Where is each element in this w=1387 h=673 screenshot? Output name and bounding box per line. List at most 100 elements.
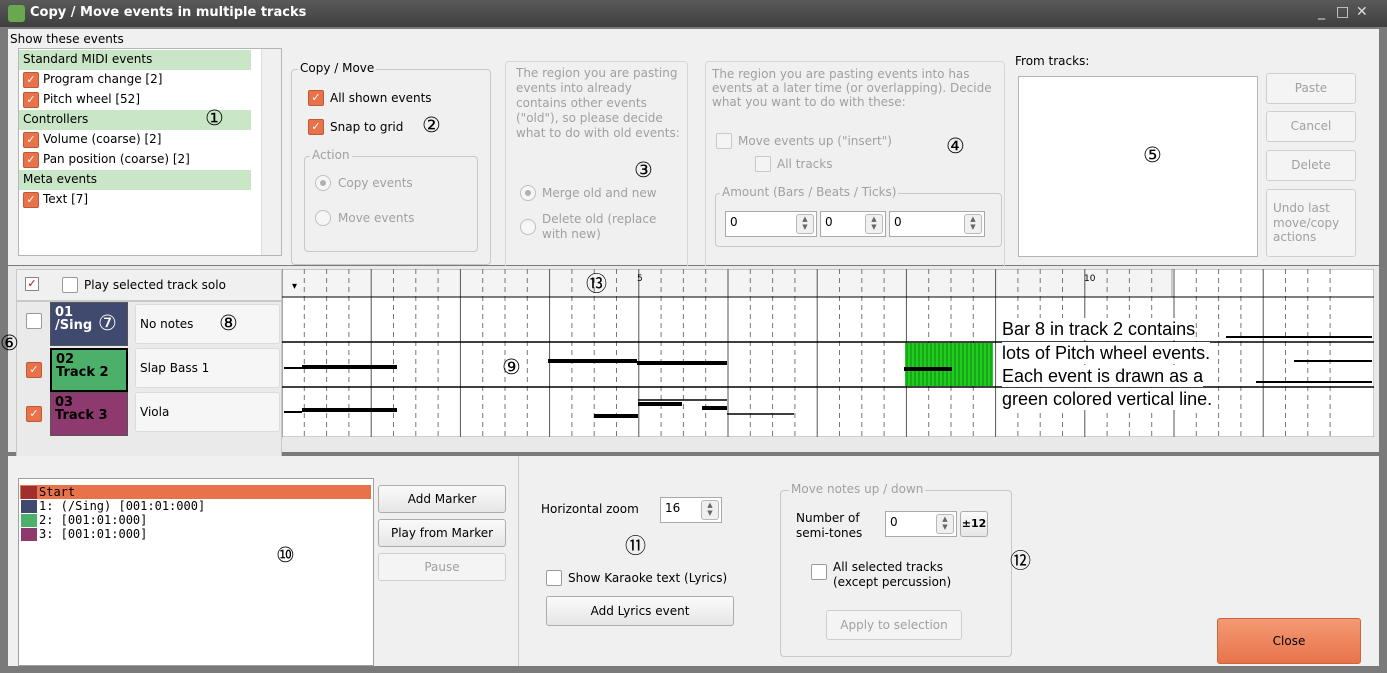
region-later-text: The region you are pasting events into h…: [712, 67, 992, 109]
copy-events-radio[interactable]: [315, 175, 331, 191]
spin-arrows-icon[interactable]: ▲ ▼: [865, 214, 883, 234]
ruler-start-marker[interactable]: ▾: [292, 281, 297, 292]
snap-to-grid-checkbox[interactable]: ✓: [308, 119, 324, 135]
cancel-button[interactable]: Cancel: [1266, 111, 1356, 142]
track-name: Track 3: [55, 408, 108, 423]
undo-button[interactable]: Undo last move/copy actions: [1266, 189, 1356, 257]
paste-button[interactable]: Paste: [1266, 73, 1356, 104]
beats-value: 0: [825, 215, 833, 229]
solo-checkbox[interactable]: [62, 277, 78, 293]
check-icon[interactable]: ✓: [23, 152, 39, 168]
marker-item[interactable]: 3: [001:01:000]: [20, 527, 371, 541]
add-lyrics-button[interactable]: Add Lyrics event: [546, 596, 734, 626]
all-tracks-checkbox[interactable]: [755, 156, 771, 172]
event-list-scrollbar[interactable]: [261, 49, 281, 255]
check-icon[interactable]: ✓: [23, 132, 39, 148]
marker-label: 2: [001:01:000]: [39, 513, 148, 527]
annotation-line: Bar 8 in track 2 contains: [1002, 318, 1196, 340]
event-group-header: Standard MIDI events: [19, 50, 251, 70]
maximize-icon[interactable]: □: [1336, 4, 1349, 20]
semitones-spinbox[interactable]: 0 ▲ ▼: [885, 511, 957, 537]
beats-spinbox[interactable]: 0 ▲ ▼: [820, 211, 886, 237]
app-icon: [8, 5, 25, 22]
callout-3: ③: [634, 158, 653, 182]
karaoke-label: Show Karaoke text (Lyrics): [568, 571, 728, 585]
minimize-icon[interactable]: _: [1318, 4, 1325, 20]
event-item[interactable]: ✓ Volume (coarse) [2]: [19, 130, 251, 150]
track-checkbox[interactable]: ✓: [26, 362, 42, 378]
annotation-line: green colored vertical line.: [1002, 388, 1213, 410]
delete-old-radio[interactable]: [520, 219, 536, 235]
karaoke-checkbox[interactable]: [546, 570, 562, 586]
all-shown-label: All shown events: [330, 91, 432, 105]
from-tracks-list[interactable]: [1018, 76, 1258, 257]
delete-old-label: Delete old (replace with new): [542, 212, 657, 241]
check-icon[interactable]: ✓: [23, 92, 39, 108]
semitones-value: 0: [890, 515, 898, 529]
event-list[interactable]: Standard MIDI events ✓ Program change [2]…: [18, 48, 282, 256]
close-icon[interactable]: ✕: [1356, 4, 1368, 20]
solo-label: Play selected track solo: [84, 278, 226, 292]
track-instrument[interactable]: No notes: [135, 304, 280, 344]
marker-swatch: [21, 500, 37, 513]
zoom-spinbox[interactable]: 16 ▲ ▼: [660, 497, 722, 523]
marker-list[interactable]: Start 1: (/Sing) [001:01:000] 2: [001:01…: [18, 478, 374, 666]
zoom-value: 16: [665, 501, 681, 515]
callout-5: ⑤: [1143, 143, 1162, 167]
window-title: Copy / Move events in multiple tracks: [30, 5, 307, 20]
move-up-checkbox[interactable]: [716, 133, 732, 149]
close-button[interactable]: Close: [1217, 618, 1361, 664]
amount-label: Amount (Bars / Beats / Ticks): [720, 185, 899, 199]
spin-arrows-icon[interactable]: ▲ ▼: [796, 214, 814, 234]
all-selected-checkbox[interactable]: [811, 564, 827, 580]
marker-item[interactable]: 1: (/Sing) [001:01:000]: [20, 499, 371, 513]
event-item[interactable]: ✓ Text [7]: [19, 190, 251, 210]
bars-spinbox[interactable]: 0 ▲ ▼: [725, 211, 817, 237]
ticks-spinbox[interactable]: 0 ▲ ▼: [889, 211, 985, 237]
track-area: ✓ Play selected track solo 01/Sing No no…: [8, 266, 1379, 462]
plus-minus-12-button[interactable]: ±12: [960, 511, 988, 537]
check-icon[interactable]: ✓: [23, 192, 39, 208]
annotation-line: Each event is drawn as a: [1002, 365, 1204, 387]
callout-13: ⑬: [586, 272, 607, 296]
track-checkbox[interactable]: [26, 313, 42, 329]
callout-8: ⑧: [219, 311, 238, 335]
callout-6: ⑥: [0, 331, 19, 355]
all-shown-checkbox[interactable]: ✓: [308, 90, 324, 106]
track-name: /Sing: [55, 318, 93, 333]
spin-arrows-icon[interactable]: ▲ ▼: [964, 214, 982, 234]
spin-arrows-icon[interactable]: ▲ ▼: [701, 500, 719, 520]
play-from-marker-button[interactable]: Play from Marker: [378, 519, 506, 547]
delete-button[interactable]: Delete: [1266, 150, 1356, 181]
callout-7: ⑦: [98, 311, 117, 335]
bars-value: 0: [730, 215, 738, 229]
region-old-text: The region you are pasting events into a…: [516, 66, 680, 140]
callout-1: ①: [205, 106, 224, 130]
track-header: ✓ Play selected track solo: [16, 269, 282, 301]
marker-item[interactable]: 2: [001:01:000]: [20, 513, 371, 527]
track-instrument[interactable]: Slap Bass 1: [135, 348, 280, 388]
event-item[interactable]: ✓ Program change [2]: [19, 70, 251, 90]
timeline-canvas[interactable]: ▾ 5 10: [282, 269, 1374, 437]
track-color-swatch[interactable]: 02 Track 2: [50, 348, 128, 392]
track-color-swatch[interactable]: 03 Track 3: [50, 392, 128, 436]
merge-radio[interactable]: [520, 185, 536, 201]
ruler-bar-5: 5: [637, 274, 643, 284]
action-group: [304, 156, 478, 252]
track-checkbox[interactable]: ✓: [26, 406, 42, 422]
event-item[interactable]: ✓ Pan position (coarse) [2]: [19, 150, 251, 170]
toggle-all-checkbox[interactable]: ✓: [25, 277, 39, 291]
track-instrument[interactable]: Viola: [135, 392, 280, 432]
top-panel: Show these events Standard MIDI events ✓…: [8, 29, 1379, 283]
pause-button[interactable]: Pause: [378, 553, 506, 581]
spin-arrows-icon[interactable]: ▲ ▼: [936, 514, 954, 534]
marker-label: 3: [001:01:000]: [39, 527, 148, 541]
check-icon[interactable]: ✓: [23, 72, 39, 88]
pitch-wheel-events: [905, 343, 993, 386]
marker-item[interactable]: Start: [20, 485, 371, 499]
track-name: Track 2: [56, 365, 109, 380]
zoom-label: Horizontal zoom: [541, 502, 639, 516]
apply-to-selection-button[interactable]: Apply to selection: [826, 610, 962, 640]
move-events-radio[interactable]: [315, 210, 331, 226]
add-marker-button[interactable]: Add Marker: [378, 485, 506, 513]
